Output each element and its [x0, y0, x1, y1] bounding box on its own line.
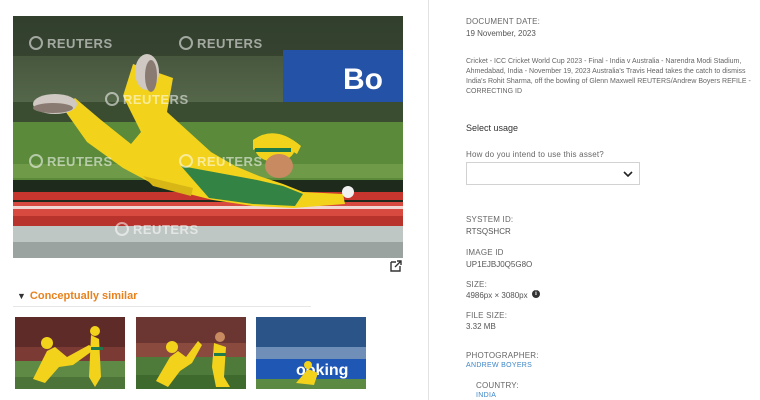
thumbnail-graphic — [136, 317, 246, 389]
photographer-link[interactable]: ANDREW BOYERS — [466, 362, 532, 369]
watermark: REUTERS — [29, 36, 113, 51]
size-label: SIZE: — [466, 280, 488, 289]
main-photo-graphic: Bo — [13, 16, 403, 258]
similar-thumbnail[interactable] — [136, 317, 246, 389]
image-caption: Cricket - ICC Cricket World Cup 2023 - F… — [466, 58, 751, 95]
asset-preview-panel: Bo REUTERS REUTERS REUTERS REUTERS REUTE… — [0, 0, 428, 400]
board-text: Bo — [343, 63, 383, 96]
watermark: REUTERS — [29, 154, 113, 169]
triangle-down-icon: ▼ — [17, 291, 26, 301]
photographer-label: PHOTOGRAPHER: — [466, 351, 539, 360]
country-label: COUNTRY: — [476, 381, 519, 390]
document-date-value: 19 November, 2023 — [466, 29, 536, 38]
image-id-label: IMAGE ID — [466, 248, 504, 257]
image-id-value: UP1EJBJ0Q5G8O — [466, 260, 533, 269]
external-link-icon[interactable] — [389, 259, 403, 273]
conceptually-similar-toggle[interactable]: ▼ Conceptually similar — [17, 290, 138, 302]
system-id-value: RTSQSHCR — [466, 227, 511, 236]
usage-select[interactable] — [466, 162, 640, 185]
metadata-panel: DOCUMENT DATE: 19 November, 2023 Cricket… — [428, 0, 760, 400]
info-icon[interactable]: i — [532, 290, 540, 298]
similar-thumbnail[interactable] — [15, 317, 125, 389]
watermark: REUTERS — [179, 36, 263, 51]
country-link[interactable]: INDIA — [476, 392, 496, 399]
system-id-label: SYSTEM ID: — [466, 215, 514, 224]
usage-question: How do you intend to use this asset? — [466, 150, 604, 159]
select-usage-heading: Select usage — [466, 123, 519, 133]
watermark: REUTERS — [105, 92, 189, 107]
main-photo[interactable]: Bo REUTERS REUTERS REUTERS REUTERS REUTE… — [13, 16, 403, 258]
document-date-label: DOCUMENT DATE: — [466, 17, 541, 26]
conceptually-similar-title: Conceptually similar — [29, 290, 138, 302]
thumbnail-graphic: ooking — [256, 317, 366, 389]
watermark: REUTERS — [179, 154, 263, 169]
divider — [13, 306, 311, 307]
size-value: 4986px × 3080px — [466, 291, 528, 300]
file-size-label: FILE SIZE: — [466, 311, 508, 320]
chevron-down-icon — [623, 171, 633, 178]
file-size-value: 3.32 MB — [466, 322, 496, 331]
thumbnail-graphic — [15, 317, 125, 389]
similar-thumbnail[interactable]: ooking — [256, 317, 366, 389]
watermark: REUTERS — [115, 222, 199, 237]
